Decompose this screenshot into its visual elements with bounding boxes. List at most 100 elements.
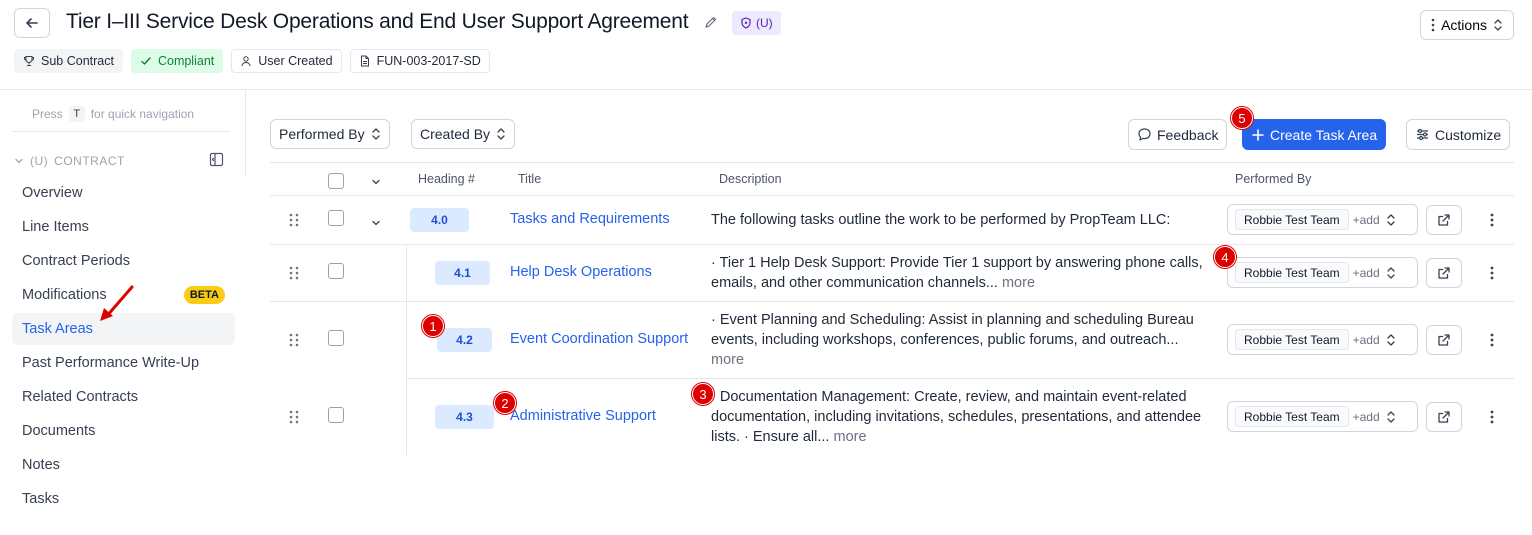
select-all-checkbox[interactable] [328,173,344,189]
more-vertical-icon [1431,18,1435,32]
more-link[interactable]: more [833,429,866,445]
performed-by-filter[interactable]: Performed By [270,119,390,149]
heading-number: 4.0 [410,208,469,232]
open-external-button[interactable] [1426,205,1462,235]
heading-number: 4.1 [435,261,490,285]
task-area-title-link[interactable]: Event Coordination Support [510,331,688,347]
add-team-link[interactable]: +add [1353,213,1380,227]
sidebar-item-notes[interactable]: Notes [12,449,235,481]
beta-badge: BETA [183,286,225,304]
open-external-button[interactable] [1426,325,1462,355]
quick-nav-hint: Press T for quick navigation [32,106,195,122]
add-team-link[interactable]: +add [1353,266,1380,280]
column-header-description[interactable]: Description [719,172,782,186]
row-checkbox[interactable] [328,330,344,346]
annotation-badge: 2 [494,392,516,414]
pencil-icon[interactable] [704,15,718,32]
feedback-button[interactable]: Feedback [1128,119,1228,150]
chevron-up-down-icon [1387,266,1395,279]
actions-button[interactable]: Actions [1420,10,1514,40]
task-area-description: The following tasks outline the work to … [711,212,1171,228]
plus-icon [1252,128,1264,141]
column-header-title[interactable]: Title [518,172,541,186]
add-team-link[interactable]: +add [1353,410,1380,424]
annotation-arrow-icon [100,285,134,321]
tag-list: Sub Contract Compliant User Created FUN-… [14,49,490,73]
performed-by-select[interactable]: Robbie Test Team +add [1227,401,1418,432]
external-link-icon [1438,214,1450,226]
classification-badge: (U) [732,11,781,35]
sidebar-item-tasks[interactable]: Tasks [12,483,235,515]
chat-bubble-icon [1138,128,1151,141]
row-expand-chevron-icon[interactable] [371,215,381,231]
task-area-title-link[interactable]: Help Desk Operations [510,264,652,280]
document-icon [360,55,369,67]
sliders-icon [1417,128,1428,141]
classification-label: (U) [756,16,773,30]
back-button[interactable] [14,8,50,38]
team-chip: Robbie Test Team [1235,209,1349,230]
tag-sub-contract: Sub Contract [14,49,123,73]
sidebar-item-past-performance[interactable]: Past Performance Write-Up [12,347,235,379]
add-team-link[interactable]: +add [1353,333,1380,347]
annotation-badge: 1 [422,315,444,337]
task-area-description: · Tier 1 Help Desk Support: Provide Tier… [711,255,1203,291]
performed-by-select[interactable]: Robbie Test Team +add [1227,257,1418,288]
sidebar-section-header[interactable]: (U) CONTRACT [14,154,125,168]
sidebar-item-related-contracts[interactable]: Related Contracts [12,381,235,413]
created-by-filter[interactable]: Created By [411,119,516,149]
row-more-icon[interactable] [1488,265,1496,284]
row-divider [270,244,1514,245]
sidebar-collapse-icon[interactable] [209,152,224,170]
actions-label: Actions [1441,17,1487,33]
task-area-title-link[interactable]: Tasks and Requirements [510,211,670,227]
sidebar-divider [245,90,246,177]
row-divider [406,378,1514,379]
more-link[interactable]: more [1002,275,1035,291]
external-link-icon [1438,267,1450,279]
sidebar-item-line-items[interactable]: Line Items [12,211,235,243]
column-header-performed-by[interactable]: Performed By [1235,172,1311,186]
drag-handle-icon[interactable] [289,409,299,428]
sidebar-item-documents[interactable]: Documents [12,415,235,447]
open-external-button[interactable] [1426,402,1462,432]
page-title: Tier I–III Service Desk Operations and E… [66,10,689,33]
row-divider [270,301,1514,302]
row-more-icon[interactable] [1488,212,1496,231]
drag-handle-icon[interactable] [289,332,299,351]
sidebar-item-contract-periods[interactable]: Contract Periods [12,245,235,277]
chevron-up-down-icon [1494,19,1502,31]
drag-handle-icon[interactable] [289,212,299,231]
drag-handle-icon[interactable] [289,265,299,284]
shield-icon [741,17,751,29]
more-link[interactable]: more [711,352,744,368]
performed-by-select[interactable]: Robbie Test Team +add [1227,204,1418,235]
tag-user-created: User Created [231,49,342,73]
customize-button[interactable]: Customize [1406,119,1511,150]
external-link-icon [1438,411,1450,423]
team-chip: Robbie Test Team [1235,329,1349,350]
row-more-icon[interactable] [1488,409,1496,428]
performed-by-select[interactable]: Robbie Test Team +add [1227,324,1418,355]
sidebar-item-overview[interactable]: Overview [12,177,235,209]
chevron-up-down-icon [1387,410,1395,423]
arrow-left-icon [26,18,38,28]
task-area-description: · Event Planning and Scheduling: Assist … [711,312,1194,368]
row-checkbox[interactable] [328,210,344,226]
tag-contract-number: FUN-003-2017-SD [349,49,490,73]
row-checkbox[interactable] [328,263,344,279]
row-checkbox[interactable] [328,407,344,423]
chevron-up-down-icon [1387,333,1395,346]
create-task-area-button[interactable]: Create Task Area [1242,119,1387,150]
open-external-button[interactable] [1426,258,1462,288]
expand-all-chevron-icon[interactable] [371,174,381,190]
quick-nav-divider [12,131,230,132]
task-area-title-link[interactable]: Administrative Support [510,408,656,424]
chevron-up-down-icon [1387,213,1395,226]
annotation-badge: 3 [692,383,714,405]
column-header-heading[interactable]: Heading # [418,172,475,186]
heading-number: 4.3 [435,405,494,429]
row-more-icon[interactable] [1488,332,1496,351]
task-area-description: · Documentation Management: Create, revi… [711,389,1202,445]
team-chip: Robbie Test Team [1235,406,1349,427]
